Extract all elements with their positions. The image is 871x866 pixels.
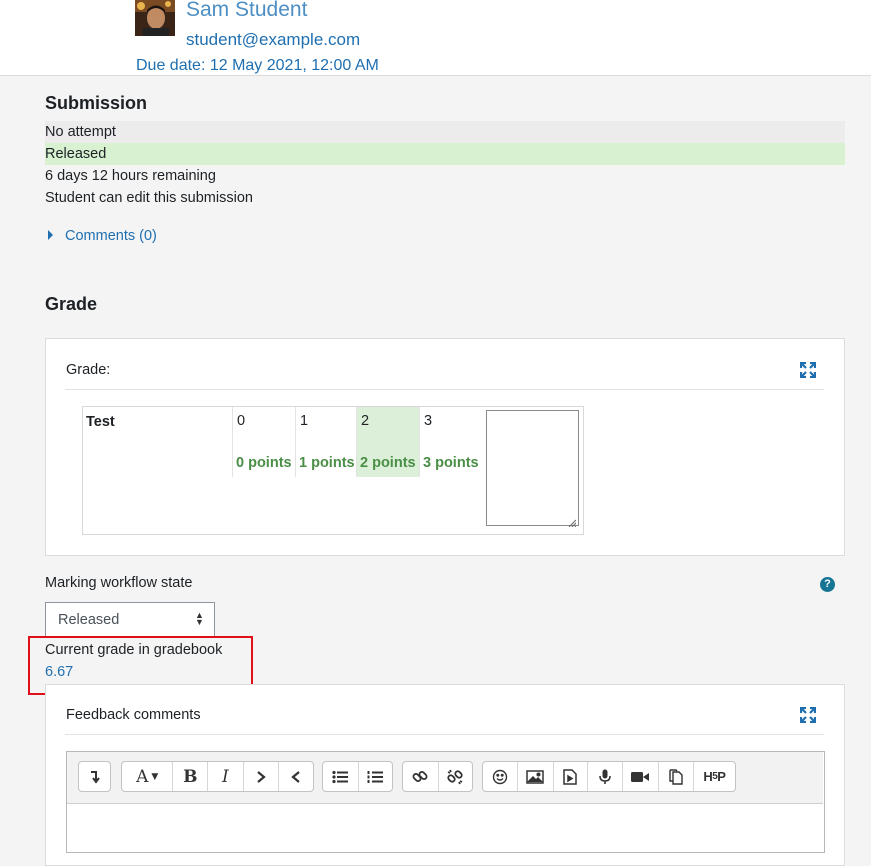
select-arrows-icon: ▲ ▼ (195, 610, 204, 627)
indent-icon[interactable] (244, 762, 280, 791)
rubric-level-score: 2 (361, 413, 370, 429)
rubric-level-3[interactable]: 3 3 points (419, 407, 482, 477)
user-header (0, 0, 871, 76)
collapse-icon[interactable] (79, 762, 110, 791)
h5p-icon[interactable]: H5P (694, 762, 735, 791)
emoji-icon[interactable] (483, 762, 519, 791)
link-icon[interactable] (403, 762, 439, 791)
toolbar-group-media: H5P (482, 761, 736, 792)
toolbar-group-links (402, 761, 473, 792)
help-icon[interactable]: ? (820, 577, 835, 592)
avatar[interactable] (135, 0, 175, 36)
gradebook-label: Current grade in gradebook (45, 642, 223, 658)
submission-status-released: Released (45, 143, 845, 165)
rubric-level-definition: 3 points (423, 455, 479, 471)
rubric-level-score: 0 (237, 413, 246, 429)
rubric-level-definition: 0 points (236, 455, 292, 471)
font-color-icon[interactable]: A ▼ (122, 762, 174, 791)
italic-icon[interactable]: I (208, 762, 244, 791)
bold-icon[interactable]: B (173, 762, 209, 791)
rubric-criterion: Test (86, 414, 115, 430)
feedback-label: Feedback comments (66, 707, 201, 723)
submission-edit-status: Student can edit this submission (45, 190, 253, 206)
image-icon[interactable] (518, 762, 554, 791)
rubric-level-score: 1 (300, 413, 309, 429)
manage-files-icon[interactable] (659, 762, 694, 791)
toolbar-group-collapse (78, 761, 111, 792)
comments-toggle[interactable]: Comments (0) (48, 228, 157, 244)
comments-link-label: Comments (0) (65, 228, 157, 244)
outdent-icon[interactable] (279, 762, 313, 791)
due-date: Due date: 12 May 2021, 12:00 AM (136, 57, 379, 74)
submission-heading: Submission (45, 93, 148, 113)
rubric-level-definition: 1 points (299, 455, 355, 471)
record-audio-icon[interactable] (588, 762, 624, 791)
marking-workflow-label: Marking workflow state (45, 575, 193, 591)
grade-heading: Grade (45, 294, 98, 314)
resize-grip-icon[interactable] (568, 515, 577, 528)
rubric-level-score: 3 (424, 413, 433, 429)
user-name[interactable]: Sam Student (186, 0, 307, 22)
submission-time-remaining: 6 days 12 hours remaining (45, 168, 216, 184)
divider (65, 389, 824, 390)
rubric-remark-textarea[interactable] (486, 410, 579, 526)
user-email[interactable]: student@example.com (186, 30, 360, 50)
toolbar-group-style: A ▼ B I (121, 761, 314, 792)
toolbar-group-lists (322, 761, 393, 792)
expand-icon[interactable] (799, 361, 817, 379)
rubric-level-1[interactable]: 1 1 points (295, 407, 356, 477)
numbered-list-icon[interactable] (359, 762, 393, 791)
rubric-level-0[interactable]: 0 0 points (232, 407, 295, 477)
grade-field-label: Grade: (66, 362, 111, 378)
expand-icon[interactable] (799, 706, 817, 724)
gradebook-value[interactable]: 6.67 (45, 664, 73, 680)
bullet-list-icon[interactable] (323, 762, 359, 791)
divider (65, 734, 824, 735)
rubric-level-definition: 2 points (360, 455, 416, 471)
marking-workflow-value: Released (58, 612, 120, 628)
submission-status-attempt: No attempt (45, 121, 845, 143)
caret-right-icon (48, 230, 53, 240)
rubric-level-2[interactable]: 2 2 points (356, 407, 419, 477)
record-video-icon[interactable] (623, 762, 659, 791)
unlink-icon[interactable] (439, 762, 473, 791)
media-file-icon[interactable] (554, 762, 588, 791)
